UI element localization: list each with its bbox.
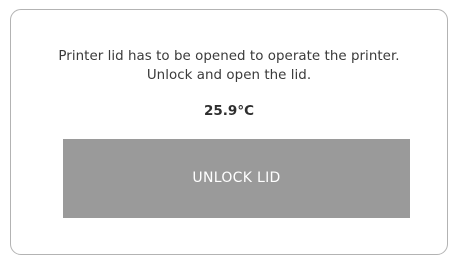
lid-instructions: Printer lid has to be opened to operate …	[11, 47, 447, 85]
unlock-lid-button[interactable]: UNLOCK LID	[63, 139, 410, 218]
lid-instructions-line-2: Unlock and open the lid.	[146, 68, 312, 83]
lid-dialog-panel: Printer lid has to be opened to operate …	[10, 9, 448, 255]
temperature-readout: 25.9°C	[204, 103, 254, 119]
lid-instructions-line-1: Printer lid has to be opened to operate …	[58, 49, 400, 64]
